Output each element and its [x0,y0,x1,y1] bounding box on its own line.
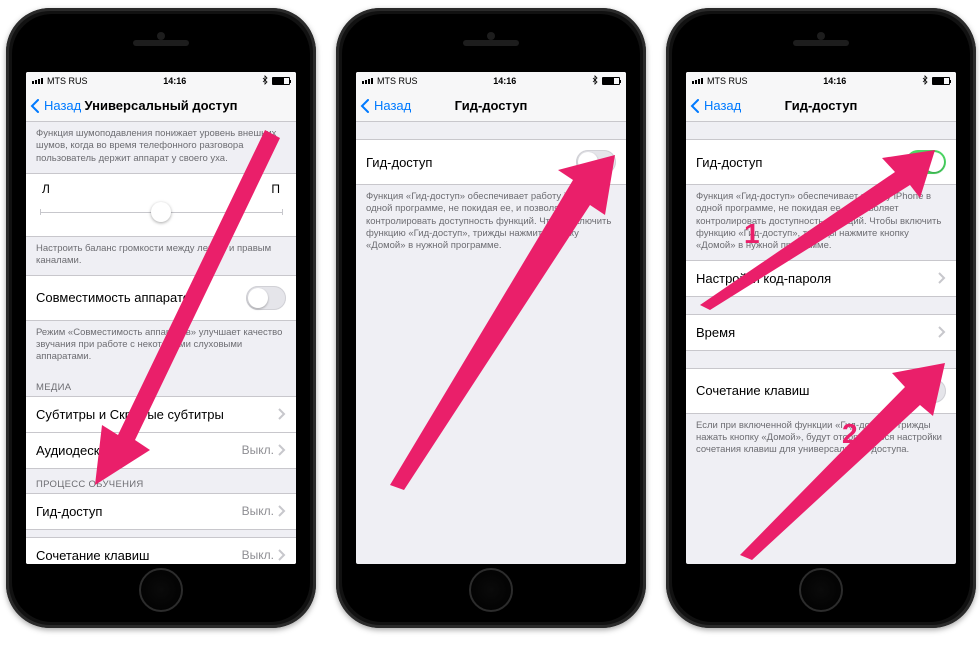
status-bar: MTS RUS 14:16 [26,72,296,90]
nav-bar: Назад Универсальный доступ [26,90,296,122]
shortcut-note: Если при включенной функции «Гид-доступ»… [686,414,956,465]
guided-access-toggle-cell[interactable]: Гид-доступ [686,139,956,185]
subtitles-cell[interactable]: Субтитры и Скрытые субтитры [26,396,296,433]
guided-access-value: Выкл. [242,504,274,518]
accessibility-shortcut-cell[interactable]: Сочетание клавиш Выкл. [26,537,296,564]
bluetooth-icon [922,75,928,87]
status-time: 14:16 [823,76,846,86]
audiodescription-label: Аудиодескрипция [36,443,143,458]
balance-cell: Л П [26,173,296,237]
hearing-compat-cell[interactable]: Совместимость аппаратов [26,275,296,321]
status-bar: MTS RUS 14:16 [356,72,626,90]
chevron-right-icon [938,326,946,338]
carrier-label: MTS RUS [707,76,748,86]
guided-access-cell[interactable]: Гид-доступ Выкл. [26,493,296,530]
status-time: 14:16 [163,76,186,86]
balance-right-label: П [271,182,280,196]
battery-icon [932,77,950,85]
passcode-settings-cell[interactable]: Настройки код-пароля [686,260,956,297]
guided-access-label: Гид-доступ [36,504,102,519]
back-label: Назад [704,98,741,113]
guided-access-toggle-label: Гид-доступ [696,155,762,170]
signal-icon [362,78,373,84]
chevron-right-icon [938,272,946,284]
time-limits-label: Время [696,325,735,340]
guided-access-toggle[interactable] [906,150,946,174]
chevron-right-icon [278,549,286,561]
nav-bar: Назад Гид-доступ [686,90,956,122]
subtitles-label: Субтитры и Скрытые субтитры [36,407,224,422]
chevron-left-icon [360,99,372,113]
status-bar: MTS RUS 14:16 [686,72,956,90]
signal-icon [692,78,703,84]
chevron-left-icon [690,99,702,113]
guided-access-toggle-cell[interactable]: Гид-доступ [356,139,626,185]
guided-access-note: Функция «Гид-доступ» обеспечивает работу… [686,185,956,261]
guided-access-toggle[interactable] [576,150,616,174]
shortcut-toggle-label: Сочетание клавиш [696,383,809,398]
back-button[interactable]: Назад [356,98,411,113]
time-limits-cell[interactable]: Время [686,314,956,351]
signal-icon [32,78,43,84]
chevron-right-icon [278,505,286,517]
accessibility-shortcut-value: Выкл. [242,548,274,562]
balance-slider[interactable] [40,202,282,222]
audiodescription-cell[interactable]: Аудиодескрипция Выкл. [26,432,296,469]
group-header-learning: ПРОЦЕСС ОБУЧЕНИЯ [26,469,296,494]
home-button[interactable] [799,568,843,612]
status-time: 14:16 [493,76,516,86]
home-button[interactable] [139,568,183,612]
battery-icon [602,77,620,85]
annotation-number-1: 1 [744,218,760,250]
guided-access-note: Функция «Гид-доступ» обеспечивает работу… [356,185,626,261]
nav-bar: Назад Гид-доступ [356,90,626,122]
hearing-compat-toggle[interactable] [246,286,286,310]
chevron-left-icon [30,99,42,113]
carrier-label: MTS RUS [47,76,88,86]
accessibility-shortcut-label: Сочетание клавиш [36,548,149,563]
back-label: Назад [374,98,411,113]
compat-note: Режим «Совместимость аппаратов» улучшает… [26,321,296,372]
slider-knob[interactable] [151,202,171,222]
balance-left-label: Л [42,182,50,196]
audiodescription-value: Выкл. [242,443,274,457]
passcode-settings-label: Настройки код-пароля [696,271,831,286]
shortcut-toggle[interactable] [906,379,946,403]
back-button[interactable]: Назад [26,98,81,113]
shortcut-toggle-cell[interactable]: Сочетание клавиш [686,368,956,414]
home-button[interactable] [469,568,513,612]
hearing-compat-label: Совместимость аппаратов [36,290,197,305]
carrier-label: MTS RUS [377,76,418,86]
bluetooth-icon [592,75,598,87]
chevron-right-icon [278,408,286,420]
group-header-media: МЕДИА [26,372,296,397]
chevron-right-icon [278,444,286,456]
balance-note: Настроить баланс громкости между левым и… [26,237,296,276]
back-label: Назад [44,98,81,113]
annotation-number-2: 2 [842,418,858,450]
noise-reduction-note: Функция шумоподавления понижает уровень … [26,122,296,173]
guided-access-toggle-label: Гид-доступ [366,155,432,170]
battery-icon [272,77,290,85]
bluetooth-icon [262,75,268,87]
back-button[interactable]: Назад [686,98,741,113]
